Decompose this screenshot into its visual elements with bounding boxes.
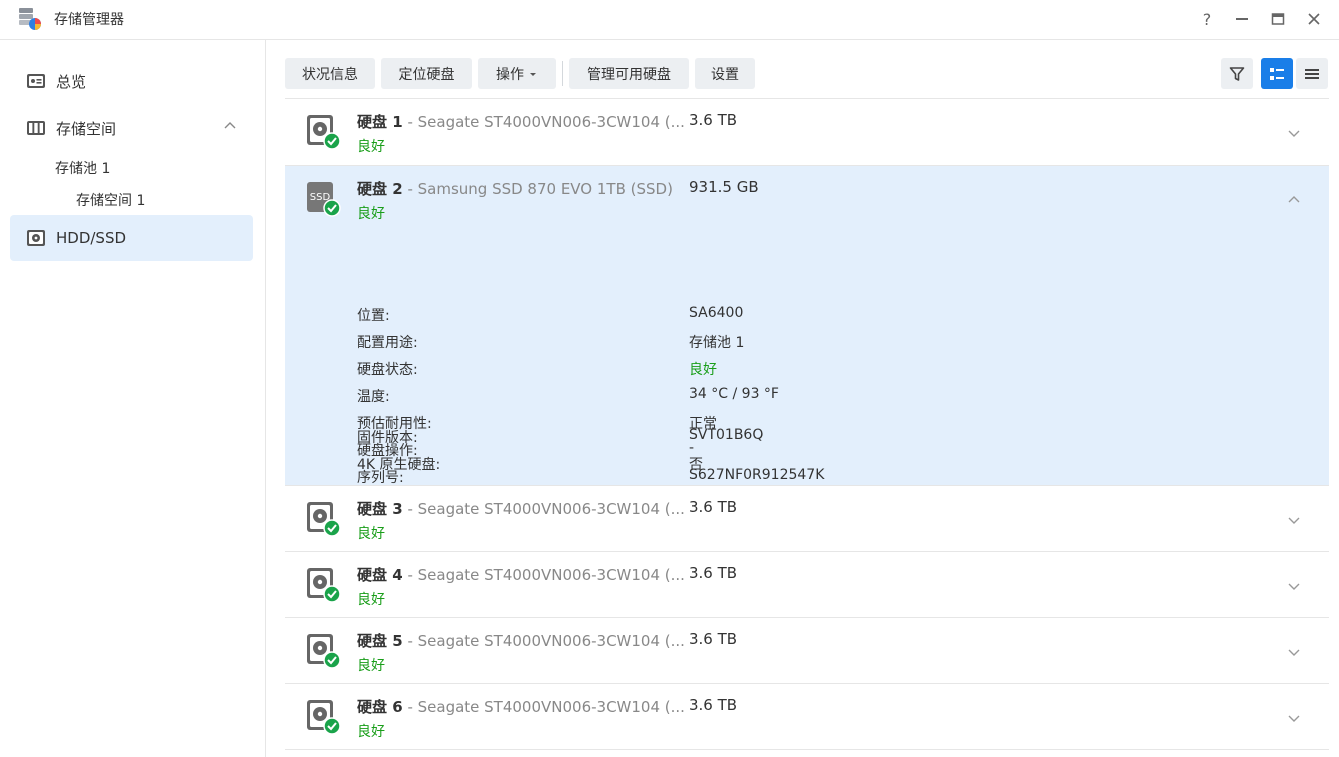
filter-icon <box>1229 66 1245 81</box>
detail-value-location: SA6400 <box>689 305 744 321</box>
disk-model: - Samsung SSD 870 EVO 1TB (SSD) <box>402 180 673 198</box>
disk-size: 3.6 TB <box>689 498 738 516</box>
chevron-down-icon[interactable] <box>1287 711 1301 725</box>
disk-name: 硬盘 2 <box>357 180 403 198</box>
minimize-icon <box>1236 18 1248 20</box>
disk-list: 硬盘 1 - Seagate ST4000VN006-3CW104 (... 3… <box>285 98 1329 750</box>
disk-model: - Seagate ST4000VN006-3CW104 (... <box>402 500 685 518</box>
detail-view-button[interactable] <box>1261 58 1293 89</box>
action-label: 操作 <box>496 66 524 83</box>
disk-model: - Seagate ST4000VN006-3CW104 (... <box>402 566 685 584</box>
detail-label-health: 硬盘状态: <box>357 362 418 378</box>
close-button[interactable] <box>1303 8 1325 30</box>
chevron-down-icon[interactable] <box>1287 645 1301 659</box>
disk-row[interactable]: 硬盘 6 - Seagate ST4000VN006-3CW104 (... 3… <box>285 684 1329 750</box>
toolbar-divider <box>562 61 563 86</box>
disk-row[interactable]: 硬盘 5 - Seagate ST4000VN006-3CW104 (... 3… <box>285 618 1329 684</box>
caret-down-icon <box>530 72 536 76</box>
minimize-button[interactable] <box>1231 8 1253 30</box>
action-dropdown-button[interactable]: 操作 <box>478 58 556 89</box>
help-icon: ? <box>1202 9 1212 29</box>
maximize-button[interactable] <box>1267 8 1289 30</box>
hdd-icon <box>307 502 341 537</box>
chevron-up-icon[interactable] <box>223 119 237 133</box>
detail-value-temperature: 34 °C / 93 °F <box>689 386 779 402</box>
ssd-icon: SSD <box>307 182 341 217</box>
disk-status: 良好 <box>357 592 385 608</box>
disk-status: 良好 <box>357 658 385 674</box>
chevron-down-icon[interactable] <box>1287 126 1301 140</box>
detail-value-allocation: 存储池 1 <box>689 335 745 351</box>
overview-icon <box>27 74 45 88</box>
disk-model: - Seagate ST4000VN006-3CW104 (... <box>402 113 685 131</box>
disk-status: 良好 <box>357 724 385 740</box>
disk-model: - Seagate ST4000VN006-3CW104 (... <box>402 632 685 650</box>
sidebar-item-label: 总览 <box>56 72 87 91</box>
detail-list-icon <box>1270 67 1284 80</box>
detail-label-location: 位置: <box>357 308 390 324</box>
disk-name: 硬盘 4 <box>357 566 403 584</box>
disk-status: 良好 <box>357 139 385 155</box>
chevron-down-icon[interactable] <box>1287 513 1301 527</box>
disk-name: 硬盘 5 <box>357 632 403 650</box>
disk-size: 3.6 TB <box>689 696 738 714</box>
list-view-button[interactable] <box>1296 58 1328 89</box>
list-icon <box>1305 68 1319 79</box>
status-info-button[interactable]: 状况信息 <box>285 58 375 89</box>
sidebar-item-label: HDD/SSD <box>56 229 127 247</box>
detail-label-temperature: 温度: <box>357 389 390 405</box>
disk-name: 硬盘 6 <box>357 698 403 716</box>
sidebar-item-storage[interactable]: 存储空间 <box>10 105 253 151</box>
detail-label-4k-native: 4K 原生硬盘: <box>357 457 441 473</box>
disk-name: 硬盘 3 <box>357 500 403 518</box>
storage-icon <box>27 121 45 135</box>
disk-status: 良好 <box>357 526 385 542</box>
sidebar-subitem-volume-1[interactable]: 存储空间 1 <box>76 190 145 210</box>
sidebar-item-overview[interactable]: 总览 <box>10 58 253 104</box>
disk-icon <box>27 230 45 246</box>
detail-label-allocation: 配置用途: <box>357 335 418 351</box>
storage-manager-app-icon <box>19 8 41 30</box>
disk-status: 良好 <box>357 206 385 222</box>
detail-value-4k-native: 否 <box>689 457 703 473</box>
close-icon <box>1308 13 1320 25</box>
chevron-up-icon[interactable] <box>1287 193 1301 207</box>
hdd-icon <box>307 634 341 669</box>
disk-row-expanded[interactable]: SSD 硬盘 2 - Samsung SSD 870 EVO 1TB (SSD)… <box>285 166 1329 486</box>
hdd-icon <box>307 568 341 603</box>
hdd-icon <box>307 115 341 150</box>
help-button[interactable]: ? <box>1196 8 1218 30</box>
hdd-icon <box>307 700 341 735</box>
app-title: 存储管理器 <box>54 12 124 28</box>
disk-row[interactable]: 硬盘 3 - Seagate ST4000VN006-3CW104 (... 3… <box>285 486 1329 552</box>
settings-button[interactable]: 设置 <box>695 58 755 89</box>
filter-button[interactable] <box>1221 58 1253 89</box>
sidebar: 总览 存储空间 存储池 1 存储空间 1 HDD/SSD <box>0 40 266 757</box>
disk-size: 3.6 TB <box>689 630 738 648</box>
disk-row[interactable]: 硬盘 4 - Seagate ST4000VN006-3CW104 (... 3… <box>285 552 1329 618</box>
disk-size: 3.6 TB <box>689 111 738 129</box>
detail-value-serial: S627NF0R912547K <box>689 467 825 483</box>
detail-label-firmware: 固件版本: <box>357 430 418 446</box>
disk-row[interactable]: 硬盘 1 - Seagate ST4000VN006-3CW104 (... 3… <box>285 99 1329 166</box>
maximize-icon <box>1271 13 1285 25</box>
title-bar: 存储管理器 ? <box>0 0 1339 40</box>
sidebar-item-hdd-ssd[interactable]: HDD/SSD <box>10 215 253 261</box>
sidebar-subitem-storage-pool-1[interactable]: 存储池 1 <box>55 158 110 178</box>
chevron-down-icon[interactable] <box>1287 579 1301 593</box>
manage-disks-button[interactable]: 管理可用硬盘 <box>569 58 689 89</box>
disk-size: 3.6 TB <box>689 564 738 582</box>
disk-name: 硬盘 1 <box>357 113 403 131</box>
detail-value-firmware: SVT01B6Q <box>689 427 764 443</box>
detail-value-health: 良好 <box>689 362 717 378</box>
locate-disk-button[interactable]: 定位硬盘 <box>381 58 472 89</box>
disk-model: - Seagate ST4000VN006-3CW104 (... <box>402 698 685 716</box>
sidebar-item-label: 存储空间 <box>56 119 117 138</box>
disk-size: 931.5 GB <box>689 178 759 196</box>
